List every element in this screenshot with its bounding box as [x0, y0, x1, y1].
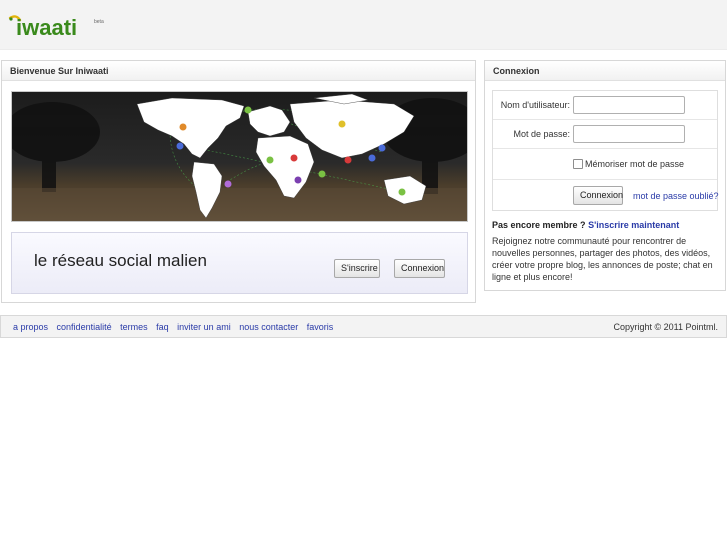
username-label: Nom d'utilisateur:: [500, 100, 570, 110]
login-title: Connexion: [485, 61, 725, 81]
header: iwaati beta: [0, 0, 727, 50]
cta-description: Rejoignez notre communauté pour rencontr…: [492, 236, 713, 282]
password-row: Mot de passe:: [493, 120, 717, 149]
remember-checkbox[interactable]: [573, 159, 583, 169]
welcome-title: Bienvenue Sur Iniwaati: [2, 61, 475, 81]
login-form: Nom d'utilisateur: Mot de passe: Mémoris…: [492, 90, 719, 211]
signup-button[interactable]: S'inscrire: [334, 259, 380, 278]
iniwaati-logo[interactable]: iwaati beta: [8, 12, 112, 40]
tagline: le réseau social malien: [34, 251, 207, 270]
logo-suffix: beta: [94, 19, 104, 25]
copyright: Copyright © 2011 Pointml.: [613, 322, 718, 332]
logo-mark-icon: iwaati beta: [8, 15, 104, 40]
signup-cta: Pas encore membre ? S'inscrire maintenan…: [492, 220, 679, 230]
login-submit-button[interactable]: Connexion: [573, 186, 623, 205]
password-input[interactable]: [573, 125, 685, 143]
footer: a propos confidentialité termes faq invi…: [0, 315, 727, 338]
submit-row: Connexion mot de passe oublié?: [493, 180, 719, 211]
footer-link-terms[interactable]: termes: [120, 322, 148, 332]
username-input[interactable]: [573, 96, 685, 114]
welcome-panel: Bienvenue Sur Iniwaati le réseau social …: [1, 60, 476, 303]
cta-question: Pas encore membre ?: [492, 220, 586, 230]
footer-link-privacy[interactable]: confidentialité: [57, 322, 112, 332]
login-panel: Connexion Nom d'utilisateur: Mot de pass…: [484, 60, 726, 291]
world-map-illustration: [12, 93, 467, 221]
world-map-image: [11, 91, 468, 222]
logo-text: iwaati: [16, 15, 77, 40]
banner-login-button[interactable]: Connexion: [394, 259, 445, 278]
footer-links: a propos confidentialité termes faq invi…: [13, 322, 339, 332]
remember-row: Mémoriser mot de passe: [493, 149, 717, 180]
password-label: Mot de passe:: [513, 129, 570, 139]
tagline-banner: le réseau social malien S'inscrire Conne…: [11, 232, 468, 294]
forgot-password-link[interactable]: mot de passe oublié?: [633, 191, 719, 201]
username-row: Nom d'utilisateur:: [493, 91, 717, 120]
signup-now-link[interactable]: S'inscrire maintenant: [588, 220, 679, 230]
footer-link-favorites[interactable]: favoris: [307, 322, 334, 332]
footer-link-about[interactable]: a propos: [13, 322, 48, 332]
footer-link-faq[interactable]: faq: [156, 322, 169, 332]
footer-link-contact[interactable]: nous contacter: [239, 322, 298, 332]
footer-link-invite[interactable]: inviter un ami: [177, 322, 231, 332]
remember-label[interactable]: Mémoriser mot de passe: [585, 159, 684, 169]
